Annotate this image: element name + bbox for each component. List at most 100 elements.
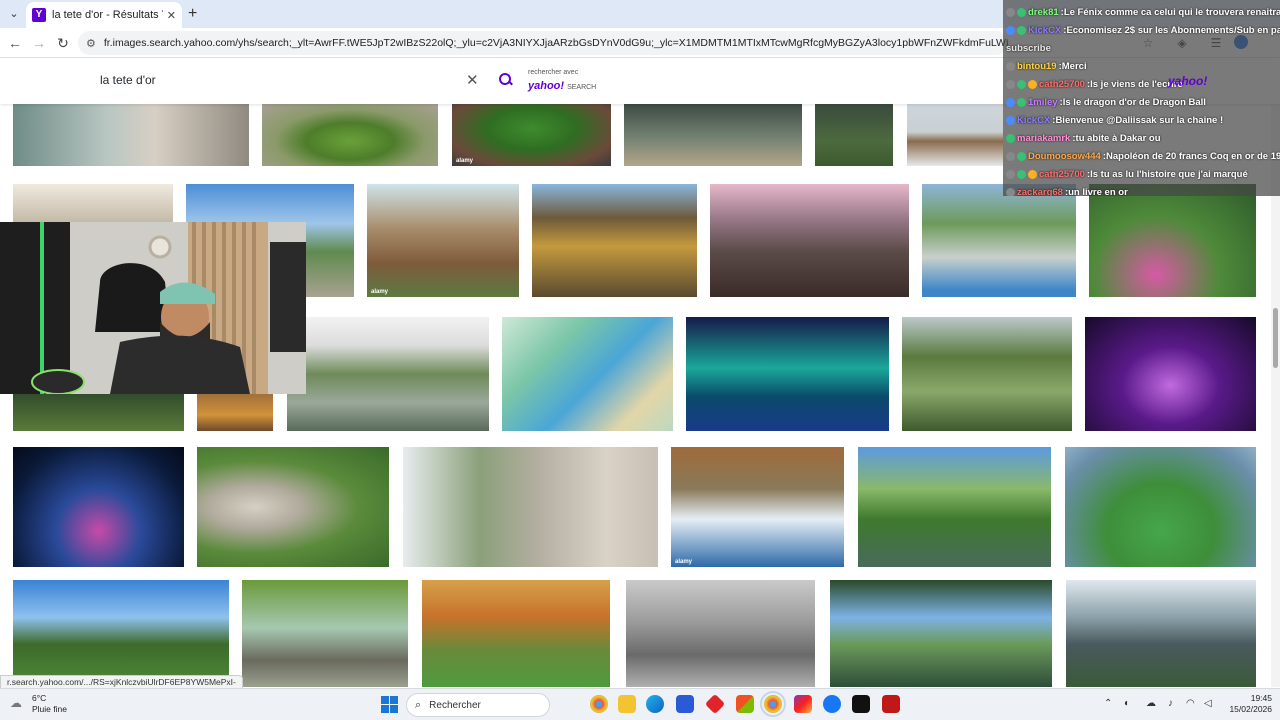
image-result[interactable] bbox=[858, 447, 1051, 567]
red-app-icon[interactable] bbox=[704, 693, 726, 715]
chat-text: Napoléon de 20 francs Coq en or de 1907.… bbox=[1106, 150, 1280, 162]
image-result[interactable] bbox=[242, 580, 408, 687]
scrollbar-thumb[interactable] bbox=[1273, 308, 1278, 368]
image-result[interactable] bbox=[1089, 184, 1256, 297]
windows-taskbar: ☁ 6°C Pluie fine ⌕ Rechercher ⌃ ◐ ☁ ♪ ◠ … bbox=[0, 688, 1280, 720]
image-result[interactable] bbox=[13, 104, 249, 166]
chat-message: bintou19: Merci bbox=[1003, 58, 1280, 74]
weather-temperature: 6°C bbox=[32, 693, 47, 703]
chat-text: Economisez 2$ sur les Abonnements/Sub en… bbox=[1066, 24, 1280, 36]
chat-badge-icon bbox=[1006, 133, 1015, 143]
tab-title: la tete d'or - Résultats Yahoo Fr bbox=[52, 9, 163, 21]
image-result[interactable] bbox=[532, 184, 697, 297]
chat-message: Doumoosow444: Napoléon de 20 francs Coq … bbox=[1003, 148, 1280, 164]
chat-message: KickCX: Economisez 2$ sur les Abonnement… bbox=[1003, 22, 1280, 38]
chat-message: 1miley: ls le dragon d'or de Dragon Ball bbox=[1003, 94, 1280, 110]
microphone-icon[interactable]: ♪ bbox=[1168, 698, 1173, 709]
image-result[interactable] bbox=[830, 580, 1052, 687]
search-icon[interactable] bbox=[498, 72, 514, 88]
image-result[interactable] bbox=[13, 580, 229, 687]
windows-start-icon[interactable] bbox=[381, 696, 398, 713]
chat-badge-icon bbox=[1006, 7, 1015, 17]
chat-badge-icon bbox=[1006, 169, 1015, 179]
image-result[interactable]: alamy bbox=[452, 104, 611, 166]
link-status-url: r.search.yahoo.com/.../RS=xjKnlczvbiUlrD… bbox=[0, 675, 243, 689]
image-result[interactable] bbox=[197, 447, 389, 567]
image-result[interactable] bbox=[197, 391, 273, 431]
chat-badge-icon bbox=[1017, 79, 1026, 89]
taskbar-search-icon: ⌕ bbox=[415, 698, 422, 711]
store-icon[interactable] bbox=[676, 695, 694, 713]
image-result[interactable] bbox=[287, 317, 489, 431]
back-icon[interactable]: ← bbox=[6, 34, 24, 52]
chrome-active-icon[interactable] bbox=[760, 691, 786, 717]
tab-search-chevron-down-icon[interactable]: ⌄ bbox=[6, 6, 22, 22]
image-result[interactable] bbox=[403, 447, 658, 567]
image-result[interactable] bbox=[902, 317, 1072, 431]
chat-badge-icon bbox=[1028, 169, 1037, 179]
tab-yahoo-results[interactable]: Y la tete d'or - Résultats Yahoo Fr ✕ bbox=[26, 2, 182, 28]
image-result[interactable] bbox=[502, 317, 673, 431]
chat-badge-icon bbox=[1006, 97, 1015, 107]
powered-by-yahoo[interactable]: rechercher avec yahoo! SEARCH bbox=[528, 69, 596, 94]
address-bar[interactable]: ⚙ fr.images.search.yahoo.com/yhs/search;… bbox=[78, 31, 1008, 55]
tab-close-icon[interactable]: ✕ bbox=[167, 9, 176, 22]
powered-suffix: SEARCH bbox=[567, 84, 597, 91]
image-result[interactable] bbox=[686, 317, 889, 431]
image-result[interactable] bbox=[624, 104, 802, 166]
yahoo-favicon-icon: Y bbox=[32, 8, 46, 22]
image-result[interactable] bbox=[422, 580, 610, 687]
clock-date: 15/02/2026 bbox=[1229, 704, 1272, 714]
image-result[interactable] bbox=[13, 391, 184, 431]
network-icon[interactable]: ◠ bbox=[1186, 698, 1195, 709]
image-result[interactable] bbox=[13, 447, 184, 567]
image-result[interactable]: alamy bbox=[671, 447, 844, 567]
volume-icon[interactable]: ◁ bbox=[1204, 698, 1212, 709]
tray-chevron-up-icon[interactable]: ⌃ bbox=[1104, 698, 1112, 709]
image-result[interactable] bbox=[626, 580, 815, 687]
image-result[interactable] bbox=[710, 184, 909, 297]
site-info-icon[interactable]: ⚙ bbox=[86, 37, 96, 50]
tiktok-icon[interactable] bbox=[852, 695, 870, 713]
instagram-icon[interactable] bbox=[794, 695, 812, 713]
clear-search-icon[interactable]: ✕ bbox=[466, 71, 479, 89]
image-result[interactable] bbox=[1065, 447, 1256, 567]
chat-url-tail: subscribe bbox=[1006, 42, 1051, 54]
image-result[interactable] bbox=[262, 104, 438, 166]
forward-icon[interactable]: → bbox=[30, 34, 48, 52]
image-result[interactable] bbox=[815, 104, 893, 166]
chrome-icon[interactable] bbox=[590, 695, 608, 713]
stream-chat-overlay: drek81: Le Fénix comme ca celui qui le t… bbox=[1003, 0, 1280, 196]
file-explorer-icon[interactable] bbox=[618, 695, 636, 713]
image-result[interactable] bbox=[907, 104, 1003, 166]
chat-badge-icon bbox=[1006, 151, 1015, 161]
clock-time: 19:45 bbox=[1250, 693, 1272, 703]
image-result[interactable]: alamy bbox=[367, 184, 519, 297]
chat-author: zackarg68 bbox=[1017, 186, 1063, 197]
chat-text: Merci bbox=[1061, 60, 1087, 72]
reload-icon[interactable]: ↻ bbox=[54, 34, 72, 52]
weather-widget[interactable]: ☁ 6°C Pluie fine bbox=[10, 693, 67, 715]
image-result[interactable] bbox=[1066, 580, 1256, 687]
chat-message: drek81: Le Fénix comme ca celui qui le t… bbox=[1003, 4, 1280, 20]
image-result[interactable] bbox=[922, 184, 1076, 297]
taskbar-clock[interactable]: 19:45 15/02/2026 bbox=[1222, 693, 1272, 715]
rain-cloud-icon: ☁ bbox=[10, 696, 22, 710]
facebook-icon[interactable] bbox=[823, 695, 841, 713]
edge-icon[interactable] bbox=[646, 695, 664, 713]
chat-badge-icon bbox=[1017, 97, 1026, 107]
new-tab-button[interactable]: + bbox=[188, 5, 197, 23]
weather-condition: Pluie fine bbox=[32, 704, 67, 714]
chat-author: mariakamrk bbox=[1017, 132, 1071, 144]
tray-app-icon[interactable]: ◐ bbox=[1124, 698, 1130, 709]
webcam-overlay bbox=[0, 222, 306, 394]
mcafee-icon[interactable] bbox=[882, 695, 900, 713]
taskbar-search[interactable]: ⌕ Rechercher bbox=[406, 693, 550, 717]
search-input[interactable]: la tete d'or bbox=[100, 73, 156, 87]
chat-message: KickCX: Bienvenue @Daliissak sur la chai… bbox=[1003, 112, 1280, 128]
powered-prefix: rechercher avec bbox=[528, 69, 579, 76]
chat-badge-icon bbox=[1028, 79, 1037, 89]
image-result[interactable] bbox=[1085, 317, 1256, 431]
tray-cloud-icon[interactable]: ☁ bbox=[1146, 698, 1156, 709]
store2-icon[interactable] bbox=[736, 695, 754, 713]
